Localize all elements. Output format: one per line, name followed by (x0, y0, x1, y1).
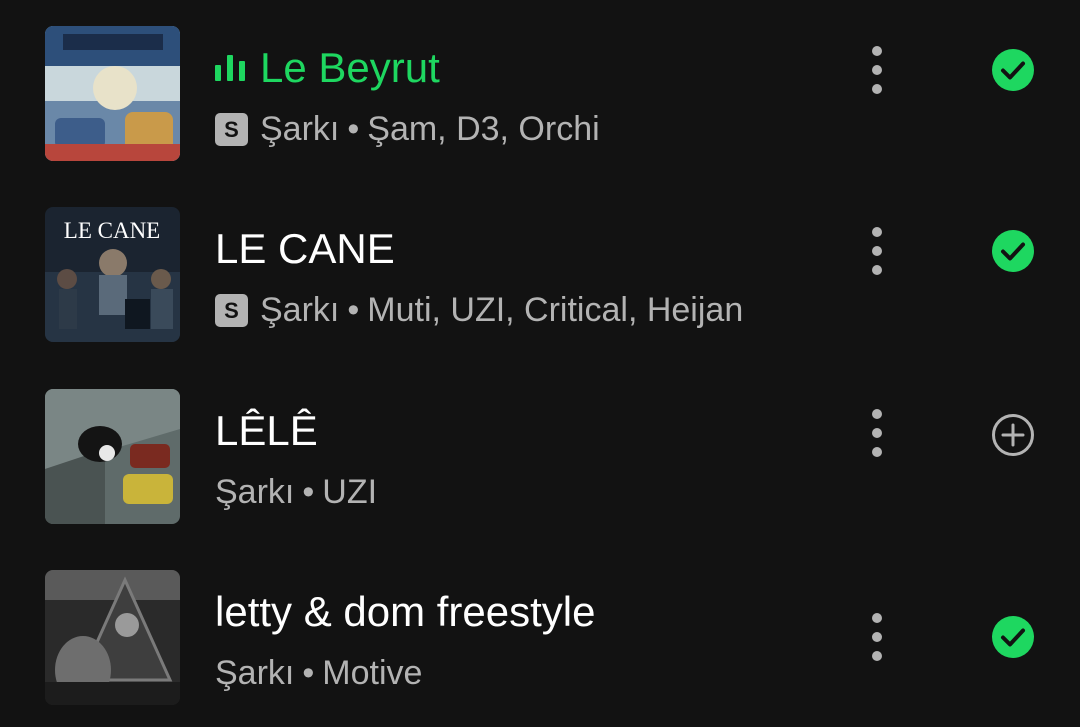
track-type: Şarkı (260, 291, 340, 329)
dot (872, 409, 882, 419)
track-artists: UZI (322, 473, 378, 511)
track-row[interactable]: LE CANE LE CANE S Şarkı • Muti, UZI, Cri… (0, 181, 1080, 342)
dot (872, 428, 882, 438)
dot (872, 651, 882, 661)
track-title-text: letty & dom freestyle (215, 588, 596, 635)
dot (872, 265, 882, 275)
track-list: Le Beyrut S Şarkı • Şam, D3, Orchi LE CA… (0, 0, 1080, 727)
track-title: LE CANE (215, 225, 395, 273)
dot (872, 246, 882, 256)
track-row[interactable]: Le Beyrut S Şarkı • Şam, D3, Orchi (0, 0, 1080, 161)
album-art (45, 26, 180, 161)
saved-button[interactable] (991, 615, 1035, 659)
track-artists: Muti, UZI, Critical, Heijan (367, 291, 744, 329)
track-type: Şarkı (215, 473, 295, 511)
separator: • (302, 654, 315, 692)
album-art (45, 389, 180, 524)
more-options-button[interactable] (857, 40, 897, 100)
dot (872, 84, 882, 94)
track-subtitle: S Şarkı • Şam, D3, Orchi (215, 108, 600, 150)
separator: • (347, 291, 360, 329)
more-options-button[interactable] (857, 221, 897, 281)
dot (872, 613, 882, 623)
track-title-text: LÊLÊ (215, 407, 318, 454)
more-options-button[interactable] (857, 607, 897, 667)
track-row[interactable]: letty & dom freestyle Şarkı • Motive (0, 544, 1080, 705)
separator: • (302, 473, 315, 511)
saved-button[interactable] (991, 229, 1035, 273)
song-badge: S (215, 293, 248, 327)
separator: • (347, 110, 360, 148)
track-subtitle: Şarkı • UZI (215, 471, 377, 513)
album-art (45, 570, 180, 705)
dot (872, 65, 882, 75)
track-title-text: Le Beyrut (260, 44, 440, 91)
track-artists: Şam, D3, Orchi (367, 110, 600, 148)
track-subtitle: S Şarkı • Muti, UZI, Critical, Heijan (215, 289, 743, 331)
album-art: LE CANE (45, 207, 180, 342)
track-title: LÊLÊ (215, 407, 318, 455)
dot (872, 447, 882, 457)
equalizer-icon (215, 55, 247, 81)
track-title: Le Beyrut (215, 44, 440, 92)
track-type: Şarkı (215, 654, 295, 692)
song-badge: S (215, 112, 248, 146)
track-title: letty & dom freestyle (215, 588, 595, 636)
track-artists: Motive (322, 654, 423, 692)
add-circle-icon (992, 414, 1034, 456)
track-row[interactable]: LÊLÊ Şarkı • UZI (0, 363, 1080, 524)
track-subtitle: Şarkı • Motive (215, 652, 422, 694)
add-to-library-button[interactable] (991, 413, 1035, 457)
track-type: Şarkı (260, 110, 340, 148)
check-circle-icon (992, 616, 1034, 658)
svg-text:LE CANE: LE CANE (64, 218, 160, 243)
dot (872, 227, 882, 237)
dot (872, 46, 882, 56)
track-title-text: LE CANE (215, 225, 395, 272)
dot (872, 632, 882, 642)
check-circle-icon (992, 230, 1034, 272)
check-circle-icon (992, 49, 1034, 91)
more-options-button[interactable] (857, 403, 897, 463)
saved-button[interactable] (991, 48, 1035, 92)
